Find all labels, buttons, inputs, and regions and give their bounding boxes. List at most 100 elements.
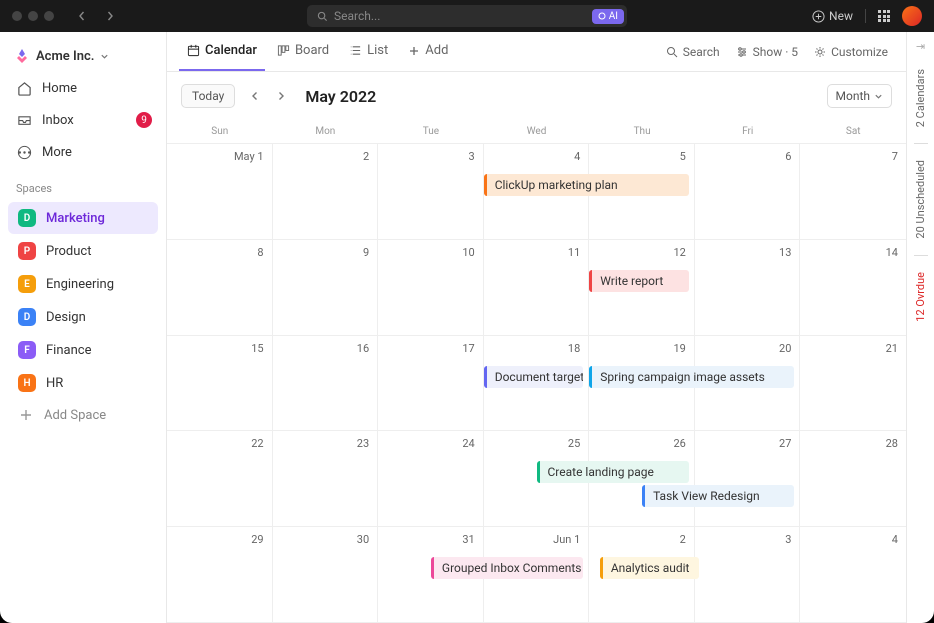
calendar-cell[interactable]: 15 [167,336,273,432]
space-label: Engineering [46,277,114,292]
nav-inbox-label: Inbox [42,113,74,128]
minimize-dot[interactable] [28,11,38,21]
add-view-button[interactable]: Add [400,33,456,71]
show-button[interactable]: Show · 5 [730,45,804,59]
calendar-cell[interactable]: 27 [695,431,801,527]
space-item-marketing[interactable]: DMarketing [8,202,158,234]
nav-inbox[interactable]: Inbox 9 [0,104,166,136]
calendar-event[interactable]: Analytics audit [600,557,700,579]
rail-calendars[interactable]: 2 Calendars [914,63,927,133]
space-initial-icon: D [18,308,36,326]
nav-home[interactable]: Home [0,72,166,104]
calendar-cell[interactable]: 16 [273,336,379,432]
sidebar: Acme Inc. Home Inbox 9 More Spaces DMark… [0,32,167,623]
space-item-product[interactable]: PProduct [8,235,158,267]
forward-button[interactable] [98,6,122,26]
workspace-logo-icon [14,48,30,64]
calendar-event[interactable]: Spring campaign image assets [589,366,794,388]
calendar-cell[interactable]: 9 [273,240,379,336]
maximize-dot[interactable] [44,11,54,21]
range-selector[interactable]: Month [827,84,892,108]
calendar-event[interactable]: Grouped Inbox Comments [431,557,583,579]
nav-more[interactable]: More [0,136,166,168]
tab-board[interactable]: Board [269,33,337,71]
calendar-cell[interactable]: 11 [484,240,590,336]
new-label: New [829,9,853,23]
tab-calendar[interactable]: Calendar [179,33,265,71]
rail-unscheduled[interactable]: 20 Unscheduled [914,154,927,245]
calendar-cell[interactable]: 2 [273,144,379,240]
ai-badge[interactable]: AI [592,9,624,24]
month-title: May 2022 [305,87,376,106]
board-icon [277,44,290,57]
next-month-button[interactable] [269,86,293,106]
calendar-cell[interactable]: 13 [695,240,801,336]
prev-month-button[interactable] [243,86,267,106]
apps-icon[interactable] [878,10,890,22]
list-icon [349,44,362,57]
calendar-event[interactable]: Create landing page [537,461,689,483]
calendar-cell[interactable]: May 1 [167,144,273,240]
divider [865,9,866,23]
calendar-grid: May 123456789101112131415161718192021222… [167,144,906,623]
calendar-cell[interactable]: 30 [273,527,379,623]
search-icon [666,46,678,58]
space-label: HR [46,376,63,391]
calendar-cell[interactable]: 22 [167,431,273,527]
plus-icon [408,45,420,57]
calendar-cell[interactable]: 3 [378,144,484,240]
global-search[interactable]: Search... AI [307,5,627,27]
gear-icon [814,46,826,58]
close-dot[interactable] [12,11,22,21]
back-button[interactable] [70,6,94,26]
calendar-cell[interactable]: 24 [378,431,484,527]
calendar-cell[interactable]: 29 [167,527,273,623]
rail-divider [914,143,928,144]
calendar-cell[interactable]: 28 [800,431,906,527]
calendar-cell[interactable]: 14 [800,240,906,336]
calendar-event[interactable]: Task View Redesign [642,485,794,507]
space-item-hr[interactable]: H HR [8,367,158,399]
search-icon [317,11,328,22]
today-button[interactable]: Today [181,84,235,108]
calendar-cell[interactable]: 21 [800,336,906,432]
user-avatar[interactable] [902,6,922,26]
calendar-cell[interactable]: 10 [378,240,484,336]
day-header: Sun [167,120,273,143]
new-button[interactable]: New [812,9,853,23]
topbar: Search... AI New [0,0,934,32]
spaces-heading: Spaces [0,168,166,201]
space-initial-icon: E [18,275,36,293]
rail-overdue[interactable]: 12 Ovrdue [914,266,927,328]
calendar-cell[interactable]: 8 [167,240,273,336]
right-rail: ⇥ 2 Calendars 20 Unscheduled 12 Ovrdue [906,32,934,623]
calendar-cell[interactable]: 23 [273,431,379,527]
add-space-button[interactable]: Add Space [8,400,158,430]
calendar-cell[interactable]: 6 [695,144,801,240]
calendar-cell[interactable]: 3 [695,527,801,623]
customize-button[interactable]: Customize [808,45,894,59]
space-initial-icon: D [18,209,36,227]
space-item-design[interactable]: DDesign [8,301,158,333]
search-view-button[interactable]: Search [660,45,726,59]
calendar-cell[interactable]: 4 [800,527,906,623]
day-header: Mon [273,120,379,143]
workspace-name: Acme Inc. [36,49,94,64]
collapse-rail-button[interactable]: ⇥ [916,40,925,53]
calendar-event[interactable]: ClickUp marketing plan [484,174,689,196]
plus-icon [18,407,34,423]
day-header: Tue [378,120,484,143]
workspace-switcher[interactable]: Acme Inc. [0,40,166,72]
search-placeholder: Search... [334,9,380,23]
tab-list[interactable]: List [341,33,396,71]
more-icon [16,144,32,160]
add-space-label: Add Space [44,408,106,423]
calendar-event[interactable]: Write report [589,270,689,292]
day-header: Thu [589,120,695,143]
space-initial-icon: H [18,374,36,392]
calendar-cell[interactable]: 17 [378,336,484,432]
calendar-cell[interactable]: 7 [800,144,906,240]
calendar-event[interactable]: Document target users [484,366,584,388]
space-item-engineering[interactable]: E Engineering [8,268,158,300]
space-item-finance[interactable]: FFinance [8,334,158,366]
